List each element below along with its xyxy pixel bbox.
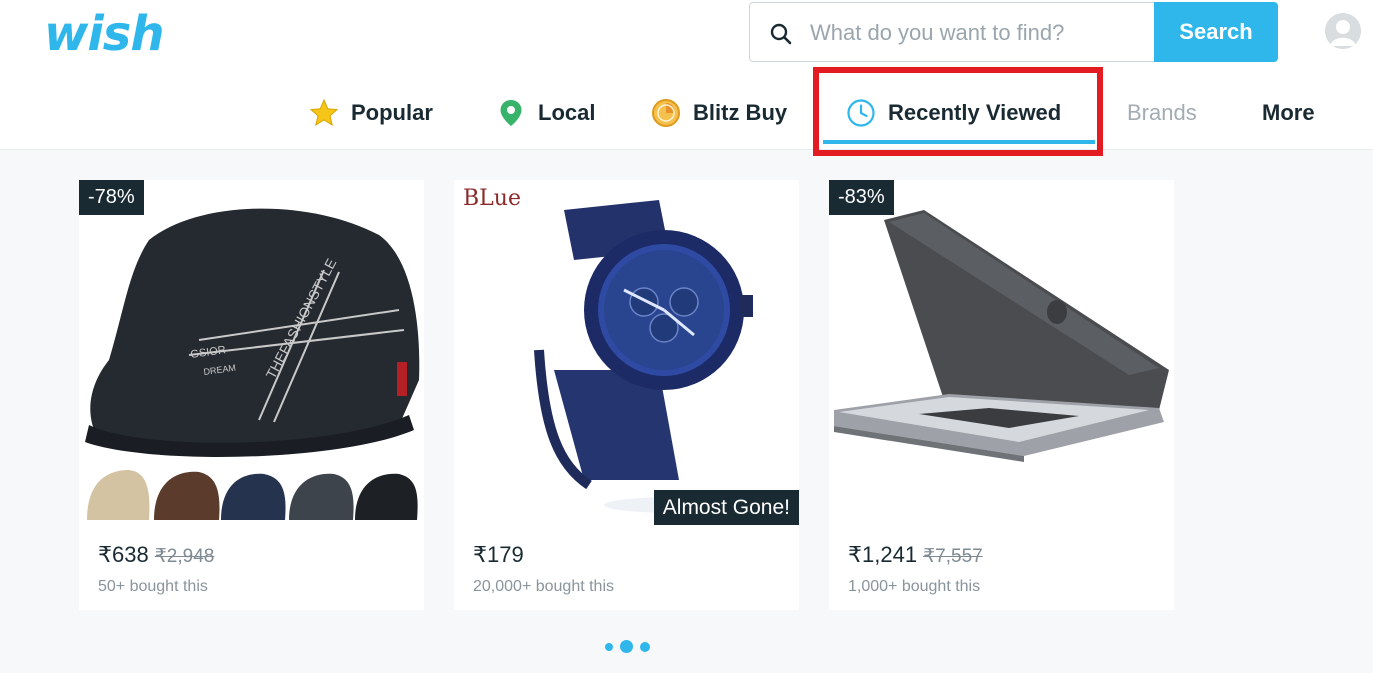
highlight-annotation [813, 67, 1103, 156]
carousel-dot-active[interactable] [620, 640, 633, 653]
almost-gone-badge: Almost Gone! [653, 490, 799, 525]
tab-label: Brands [1127, 100, 1197, 125]
tab-more[interactable]: More [1262, 88, 1315, 138]
tab-label: Local [538, 100, 596, 125]
tab-popular[interactable]: Popular [309, 88, 433, 138]
product-card[interactable]: BLue Almost Gone! ₹179 20,000+ bought th… [454, 180, 799, 610]
bought-count: 20,000+ bought this [473, 578, 615, 595]
search-button[interactable]: Search [1154, 2, 1278, 62]
tab-blitz-buy[interactable]: Blitz Buy [651, 88, 787, 138]
price: ₹638 ₹2,948 [98, 542, 214, 568]
watch-image [454, 180, 799, 525]
current-price: ₹179 [473, 542, 524, 567]
star-icon [309, 98, 339, 127]
carousel-dot[interactable] [605, 643, 613, 651]
avatar[interactable] [1325, 13, 1361, 49]
flat-cap-image: THEFASHIONSTYLE GSIOR DREAM [79, 180, 424, 525]
blitz-buy-icon [652, 99, 680, 127]
price: ₹1,241 ₹7,557 [848, 542, 983, 568]
search-icon [770, 23, 792, 45]
tab-label: More [1262, 100, 1315, 125]
product-card[interactable]: THEFASHIONSTYLE GSIOR DREAM -78% ₹638 ₹2,… [79, 180, 424, 610]
carousel-pagination [603, 640, 663, 654]
search-input[interactable] [810, 15, 1140, 51]
tab-local[interactable]: Local [496, 88, 595, 138]
discount-badge: -83% [829, 180, 894, 215]
wish-logo[interactable]: wish [44, 6, 165, 62]
bought-count: 50+ bought this [98, 578, 208, 595]
price: ₹179 [473, 542, 524, 568]
tab-brands[interactable]: Brands [1127, 88, 1197, 138]
header: wish Search Popular [0, 0, 1373, 150]
image-label: BLue [463, 186, 521, 211]
search-bar: Search [749, 2, 1278, 62]
product-image[interactable]: BLue [454, 180, 799, 525]
original-price: ₹7,557 [923, 546, 983, 567]
bought-count: 1,000+ bought this [848, 578, 981, 595]
discount-badge: -78% [79, 180, 144, 215]
original-price: ₹2,948 [154, 546, 215, 567]
nav-bar: Popular Local Blitz Buy Recently Viewed [0, 88, 1373, 138]
tab-label: Popular [351, 100, 433, 125]
user-icon [1325, 13, 1361, 49]
location-pin-icon [500, 100, 522, 126]
product-image[interactable]: THEFASHIONSTYLE GSIOR DREAM [79, 180, 424, 525]
search-field [749, 2, 1154, 62]
tab-label: Blitz Buy [693, 100, 788, 125]
laptop-case-image [829, 180, 1174, 525]
product-image[interactable] [829, 180, 1174, 525]
product-card[interactable]: -83% ₹1,241 ₹7,557 1,000+ bought this [829, 180, 1174, 610]
current-price: ₹1,241 [848, 542, 918, 567]
carousel-dot[interactable] [640, 642, 650, 652]
current-price: ₹638 [98, 542, 149, 567]
